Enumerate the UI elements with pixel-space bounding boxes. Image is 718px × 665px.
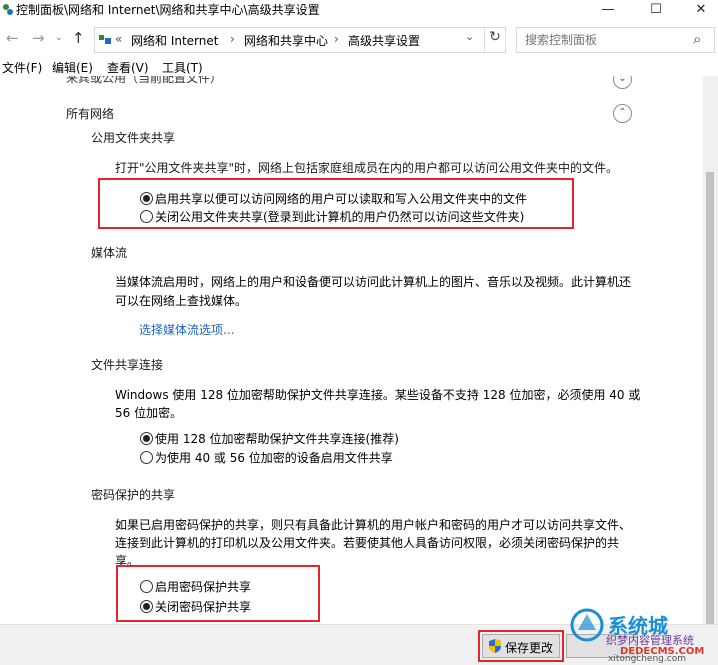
window-title: 控制面板\网络和 Internet\网络和共享中心\高级共享设置 xyxy=(16,3,320,17)
menu-view[interactable]: 查看(V) xyxy=(107,59,149,76)
password-description-line2: 连接到此计算机的打印机以及公用文件夹。若要使其他人具备访问权限，必须关闭密码保护… xyxy=(115,536,620,550)
radio-button[interactable] xyxy=(140,600,153,613)
scrollbar-thumb[interactable] xyxy=(706,172,714,632)
watermark-logo-icon xyxy=(568,608,606,645)
watermark: 系统城 织梦内容管理系统 DEDECMS.COM xitongcheng.com xyxy=(562,606,718,664)
media-description-line2: 可以在网络上查找媒体。 xyxy=(115,294,248,308)
radio-button[interactable] xyxy=(140,432,153,445)
radio-label[interactable]: 关闭公用文件夹共享(登录到此计算机的用户仍然可以访问这些文件夹) xyxy=(155,208,524,225)
breadcrumb-advanced-sharing[interactable]: 高级共享设置 xyxy=(348,32,420,49)
public-folder-description: 打开"公用文件夹共享"时，网络上包括家庭组成员在内的用户都可以访问公用文件夹中的… xyxy=(115,161,619,175)
password-description-line1: 如果已启用密码保护的共享，则只有具备此计算机的用户帐户和密码的用户才可以访问共享… xyxy=(115,518,632,532)
address-row: ← → ⌄ ↑ « 网络和 Internet › 网络和共享中心 › 高级共享设… xyxy=(0,22,718,56)
menu-bar: 文件(F) 编辑(E) 查看(V) 工具(T) xyxy=(0,56,718,76)
recent-dropdown-icon[interactable]: ⌄ xyxy=(55,33,63,43)
address-dropdown-icon[interactable]: ⌄ xyxy=(465,30,474,43)
refresh-icon[interactable]: ↻ xyxy=(484,29,505,51)
media-description-line1: 当媒体流启用时，网络上的用户和设备便可以访问此计算机上的图片、音乐以及视频。此计… xyxy=(115,275,632,289)
up-arrow-icon[interactable]: ↑ xyxy=(72,29,85,47)
file-sharing-description-line2: 56 位加密。 xyxy=(115,406,183,420)
public-folder-heading: 公用文件夹共享 xyxy=(91,131,176,145)
forward-arrow-icon[interactable]: → xyxy=(32,29,45,47)
media-streaming-options-link[interactable]: 选择媒体流选项... xyxy=(139,321,234,338)
radio-button[interactable] xyxy=(140,451,153,464)
password-sharing-heading: 密码保护的共享 xyxy=(91,488,176,502)
watermark-sub3: xitongcheng.com xyxy=(608,654,686,664)
radio-button[interactable] xyxy=(140,192,153,205)
title-bar: 控制面板\网络和 Internet\网络和共享中心\高级共享设置 — ☐ ✕ xyxy=(0,0,718,22)
save-changes-label[interactable]: 保存更改 xyxy=(505,639,553,656)
radio-label[interactable]: 启用共享以便可以访问网络的用户可以读取和写入公用文件夹中的文件 xyxy=(155,190,527,207)
search-input[interactable] xyxy=(523,31,687,49)
breadcrumb-arrow-icon[interactable]: › xyxy=(230,32,235,46)
section-title-all-networks: 所有网络 xyxy=(66,107,115,121)
close-button[interactable]: ✕ xyxy=(678,0,718,22)
breadcrumb-network-internet[interactable]: 网络和 Internet xyxy=(131,32,218,49)
radio-button[interactable] xyxy=(140,210,153,223)
radio-label[interactable]: 为使用 40 或 56 位加密的设备启用文件共享 xyxy=(155,449,393,466)
maximize-button[interactable]: ☐ xyxy=(633,0,679,22)
prev-section-title: 来宾或公用（当前配置文件） xyxy=(66,76,223,85)
menu-edit[interactable]: 编辑(E) xyxy=(52,59,93,76)
file-sharing-heading: 文件共享连接 xyxy=(91,358,164,372)
search-icon[interactable]: ⌕ xyxy=(693,30,701,48)
network-icon xyxy=(2,3,13,15)
menu-file[interactable]: 文件(F) xyxy=(2,59,42,76)
save-changes-button[interactable]: 保存更改 xyxy=(482,634,560,658)
radio-button[interactable] xyxy=(140,580,153,593)
minimize-button[interactable]: — xyxy=(585,0,631,22)
breadcrumb-overflow[interactable]: « xyxy=(115,32,122,46)
vertical-scrollbar[interactable] xyxy=(703,76,718,632)
file-sharing-description-line1: Windows 使用 128 位加密帮助保护文件共享连接。某些设备不支持 128… xyxy=(115,388,641,402)
radio-label[interactable]: 启用密码保护共享 xyxy=(155,578,251,595)
shield-icon xyxy=(488,638,502,657)
control-panel-icon xyxy=(98,32,112,49)
media-streaming-heading: 媒体流 xyxy=(91,246,128,260)
address-bar[interactable]: « 网络和 Internet › 网络和共享中心 › 高级共享设置 ⌄ ↻ xyxy=(94,27,506,53)
radio-label[interactable]: 使用 128 位加密帮助保护文件共享连接(推荐) xyxy=(155,430,399,447)
search-box[interactable]: ⌕ xyxy=(516,27,715,53)
breadcrumb-network-sharing-center[interactable]: 网络和共享中心 xyxy=(244,32,328,49)
back-arrow-icon[interactable]: ← xyxy=(6,29,19,47)
collapse-chevron-icon[interactable]: ⌃ xyxy=(613,104,632,123)
radio-label[interactable]: 关闭密码保护共享 xyxy=(155,598,251,615)
breadcrumb-arrow-icon[interactable]: › xyxy=(334,32,339,46)
expand-chevron-icon[interactable]: ⌄ xyxy=(613,76,632,89)
menu-tools[interactable]: 工具(T) xyxy=(162,59,203,76)
settings-content: 来宾或公用（当前配置文件） ⌄ 所有网络 ⌃ 公用文件夹共享 打开"公用文件夹共… xyxy=(0,76,703,624)
